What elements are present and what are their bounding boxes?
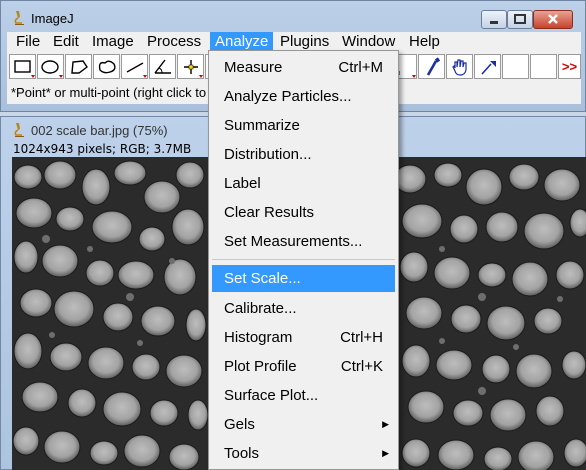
menu-item-calibrate[interactable]: Calibrate...	[212, 295, 395, 322]
menu-process[interactable]: Process	[142, 32, 206, 52]
dropper-tool-icon[interactable]	[418, 54, 445, 79]
microscope-icon	[12, 10, 26, 26]
image-info: 1024x943 pixels; RGB; 3.7MB	[13, 142, 192, 156]
microscope-icon	[12, 122, 26, 138]
rectangle-tool-icon[interactable]	[9, 54, 36, 79]
menu-item-measure[interactable]: Measure Ctrl+M	[212, 54, 395, 81]
menu-bar: File Edit Image Process Analyze Plugins …	[7, 32, 581, 52]
menu-help[interactable]: Help	[404, 32, 445, 52]
menu-item-clear-results[interactable]: Clear Results	[212, 199, 395, 226]
menu-item-summarize[interactable]: Summarize	[212, 112, 395, 139]
window-title: ImageJ	[31, 11, 74, 26]
menu-analyze[interactable]: Analyze	[210, 32, 273, 52]
menu-item-surface-plot[interactable]: Surface Plot...	[212, 382, 395, 409]
title-bar[interactable]: ImageJ	[1, 1, 586, 33]
menu-item-analyze-particles[interactable]: Analyze Particles...	[212, 83, 395, 110]
menu-item-set-scale[interactable]: Set Scale...	[212, 265, 395, 292]
menu-item-set-measurements[interactable]: Set Measurements...	[212, 228, 395, 255]
menu-item-gels[interactable]: Gels ▶	[212, 411, 395, 438]
point-tool-icon[interactable]	[177, 54, 204, 79]
scroll-hand-tool-icon[interactable]	[446, 54, 473, 79]
menu-item-histogram[interactable]: Histogram Ctrl+H	[212, 324, 395, 351]
freehand-tool-icon[interactable]	[93, 54, 120, 79]
submenu-arrow-icon: ▶	[382, 448, 389, 458]
menu-window[interactable]: Window	[337, 32, 400, 52]
minimize-button[interactable]	[481, 10, 507, 29]
menu-item-label[interactable]: Label	[212, 170, 395, 197]
more-tools-button[interactable]: >>	[558, 54, 581, 79]
menu-plugins[interactable]: Plugins	[275, 32, 334, 52]
magnifier-tool-icon[interactable]	[474, 54, 501, 79]
menu-image[interactable]: Image	[87, 32, 139, 52]
menu-item-plot-profile[interactable]: Plot Profile Ctrl+K	[212, 353, 395, 380]
menu-edit[interactable]: Edit	[48, 32, 84, 52]
analyze-menu: Measure Ctrl+M Analyze Particles... Summ…	[208, 50, 399, 470]
line-tool-icon[interactable]	[121, 54, 148, 79]
angle-tool-icon[interactable]	[149, 54, 176, 79]
submenu-arrow-icon: ▶	[382, 419, 389, 429]
maximize-button[interactable]	[507, 10, 533, 29]
menu-item-distribution[interactable]: Distribution...	[212, 141, 395, 168]
empty-tool-slot[interactable]	[530, 54, 557, 79]
menu-file[interactable]: File	[11, 32, 45, 52]
image-window-title: 002 scale bar.jpg (75%)	[31, 123, 168, 138]
menu-item-tools[interactable]: Tools ▶	[212, 440, 395, 467]
close-button[interactable]	[533, 10, 573, 29]
oval-tool-icon[interactable]	[37, 54, 64, 79]
empty-tool-slot[interactable]	[502, 54, 529, 79]
menu-separator	[212, 259, 395, 260]
polygon-tool-icon[interactable]	[65, 54, 92, 79]
